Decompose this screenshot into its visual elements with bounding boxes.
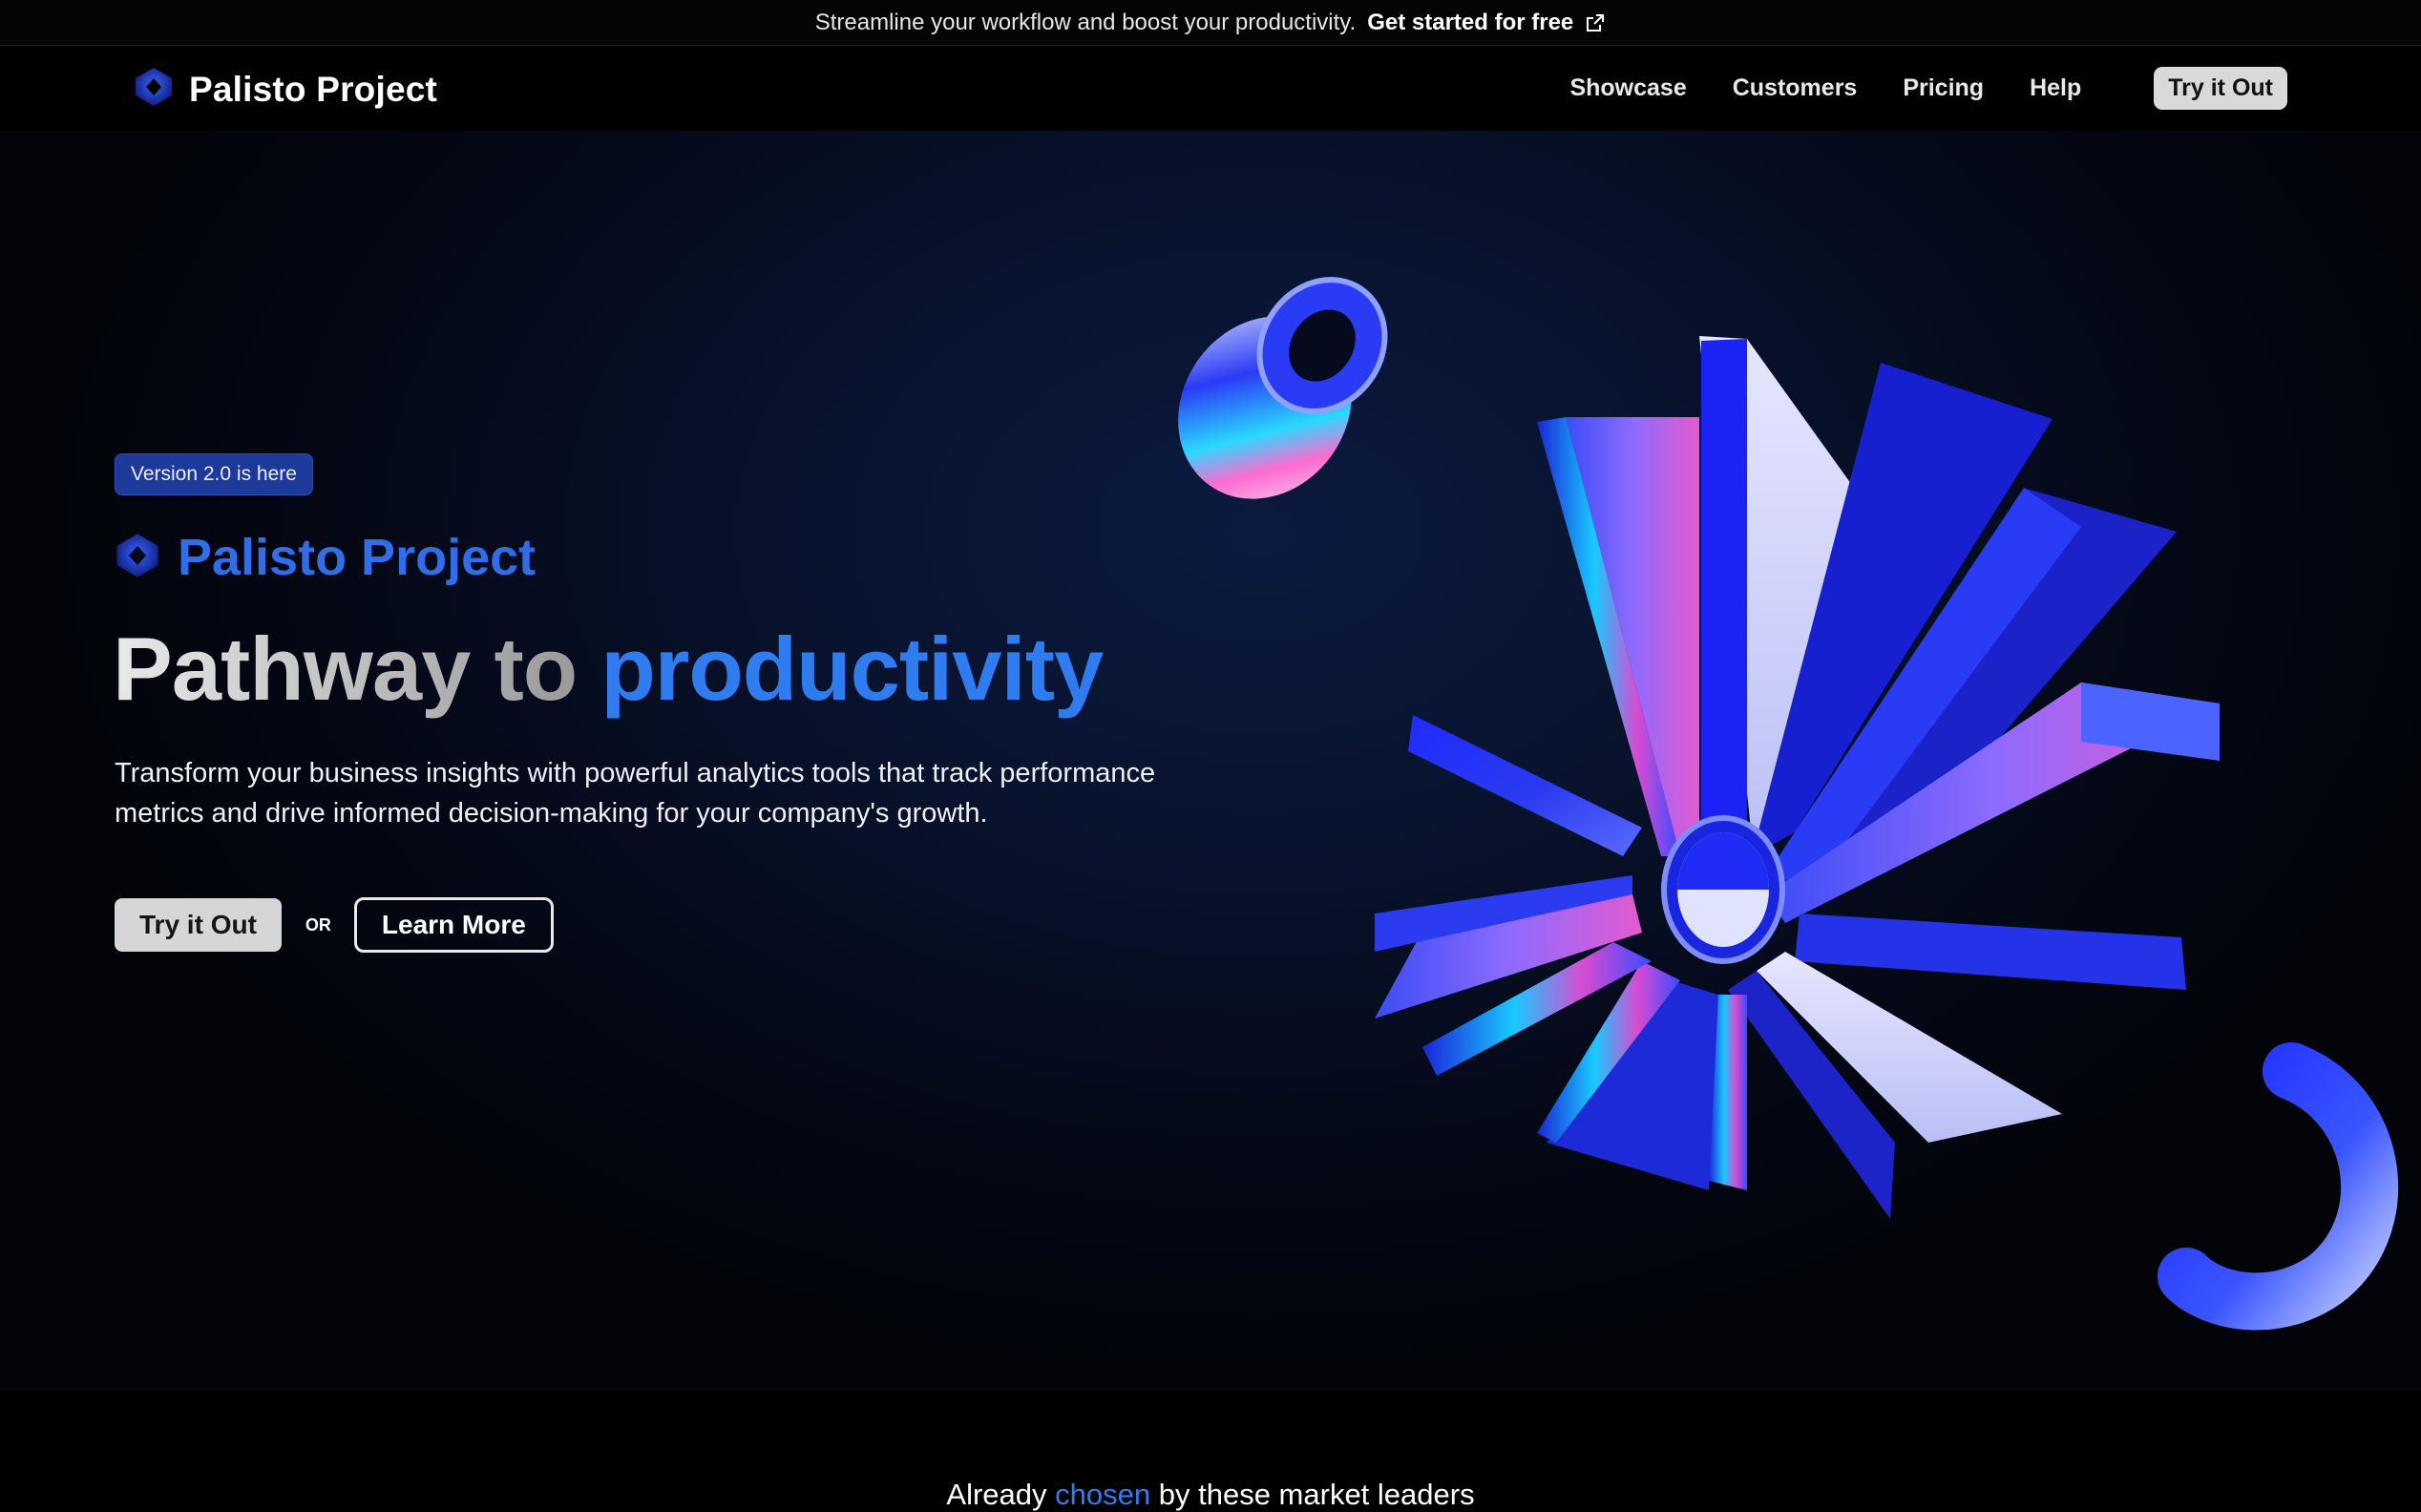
banner-text: Streamline your workflow and boost your … xyxy=(814,9,1357,35)
get-started-label: Get started for free xyxy=(1367,9,1574,35)
hero-subtext: Transform your business insights with po… xyxy=(115,758,1156,829)
floating-arc-shape xyxy=(2158,1042,2399,1331)
nav-links: Showcase Customers Pricing Help Try it O… xyxy=(1524,67,2287,110)
learn-more-button[interactable]: Learn More xyxy=(353,897,554,953)
pinwheel-shape xyxy=(1375,336,2220,1219)
leaders-suffix: by these market leaders xyxy=(1158,1478,1475,1511)
or-label: OR xyxy=(305,914,331,934)
leaders-prefix: Already xyxy=(946,1478,1047,1511)
announcement-banner: Streamline your workflow and boost your … xyxy=(0,0,2421,46)
diamond-logo-icon xyxy=(132,65,176,114)
version-badge[interactable]: Version 2.0 is here xyxy=(115,453,313,495)
leaders-highlight: chosen xyxy=(1055,1478,1151,1511)
try-it-out-button[interactable]: Try it Out xyxy=(115,898,282,952)
headline-part1: Pathway to xyxy=(113,619,578,719)
hero-actions: Try it Out OR Learn More xyxy=(115,897,554,953)
market-leaders-heading: Already chosen by these market leaders xyxy=(0,1478,2421,1512)
hero-headline: Pathway to productivity xyxy=(113,618,1104,721)
floating-tube-shape xyxy=(1178,277,1388,499)
headline-part2: productivity xyxy=(600,619,1104,719)
external-link-icon xyxy=(1585,12,1606,33)
nav-link-pricing[interactable]: Pricing xyxy=(1903,74,1984,102)
hero-brand-name: Palisto Project xyxy=(178,529,537,586)
nav-link-help[interactable]: Help xyxy=(2030,74,2081,102)
diamond-logo-icon xyxy=(113,531,162,585)
get-started-link[interactable]: Get started for free xyxy=(1367,10,1606,36)
nav-link-customers[interactable]: Customers xyxy=(1733,74,1858,102)
hero-brand: Palisto Project xyxy=(113,528,536,587)
nav-link-showcase[interactable]: Showcase xyxy=(1569,74,1686,102)
hero-section: Version 2.0 is here Palisto Project Path… xyxy=(0,131,2421,1391)
nav-try-button[interactable]: Try it Out xyxy=(2154,67,2287,110)
top-nav: Palisto Project Showcase Customers Prici… xyxy=(0,46,2421,131)
brand-name: Palisto Project xyxy=(189,69,438,109)
brand-link[interactable]: Palisto Project xyxy=(132,65,437,114)
